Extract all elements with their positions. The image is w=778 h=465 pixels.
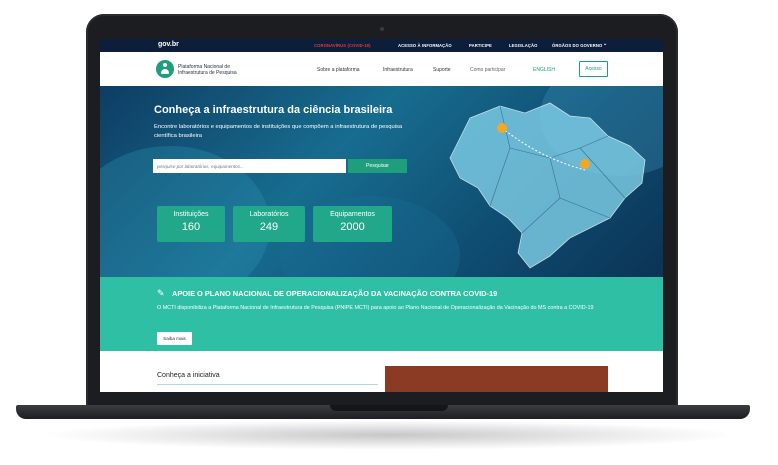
stat-label: Instituições — [173, 211, 209, 218]
pnipe-logo-icon[interactable] — [156, 60, 174, 78]
brazil-map — [449, 102, 646, 269]
hero-subtitle: Encontre laboratórios e equipamentos de … — [154, 124, 403, 139]
gov-top-bar: gov.br CORONAVÍRUS (COVID-19) ACESSO À I… — [100, 39, 663, 52]
laptop-notch — [330, 405, 448, 411]
stat-laboratorios[interactable]: Laboratórios 249 — [233, 206, 305, 242]
search-input[interactable] — [153, 159, 346, 173]
map-pin-icon — [497, 123, 507, 133]
govbr-logo[interactable]: gov.br — [158, 41, 179, 48]
map-pin-icon — [580, 159, 590, 169]
nav-english[interactable]: ENGLISH — [533, 67, 555, 73]
nav-suporte[interactable]: Suporte — [433, 67, 451, 73]
hero-section: Conheça a infraestrutura da ciência bras… — [100, 86, 663, 277]
stat-value: 249 — [259, 221, 279, 233]
laptop-shadow — [40, 420, 740, 450]
chevron-down-icon[interactable]: ⌄ — [603, 41, 607, 47]
brand-line-2: Infraestrutura de Pesquisa — [178, 70, 237, 76]
stat-instituicoes[interactable]: Instituições 160 — [157, 206, 225, 242]
section-heading: Conheça a iniciativa — [157, 372, 220, 379]
vaccination-banner: ✎ APOIE O PLANO NACIONAL DE OPERACIONALI… — [100, 277, 663, 351]
covid-link[interactable]: CORONAVÍRUS (COVID-19) — [314, 43, 371, 48]
section-divider — [157, 384, 378, 385]
stat-value: 2000 — [340, 221, 365, 233]
brand-name[interactable]: Plataforma Nacional de Infraestrutura de… — [178, 64, 248, 76]
nav-infraestrutura[interactable]: Infraestrutura — [383, 67, 413, 73]
webcam — [380, 27, 384, 31]
nav-sobre[interactable]: Sobre a plataforma — [317, 67, 360, 73]
stat-label: Laboratórios — [249, 211, 289, 218]
stat-equipamentos[interactable]: Equipamentos 2000 — [313, 206, 392, 242]
legislacao-link[interactable]: LEGISLAÇÃO — [509, 43, 537, 48]
stat-value: 160 — [181, 221, 201, 233]
participe-link[interactable]: PARTICIPE — [469, 43, 492, 48]
acesso-informacao-link[interactable]: ACESSO À INFORMAÇÃO — [398, 43, 452, 48]
login-button[interactable]: Acesso — [579, 61, 608, 77]
media-block — [385, 366, 608, 392]
pencil-icon: ✎ — [157, 288, 165, 298]
hero-title: Conheça a infraestrutura da ciência bras… — [154, 104, 393, 116]
banner-title: APOIE O PLANO NACIONAL DE OPERACIONALIZA… — [172, 289, 498, 298]
search-button[interactable]: Pesquisar — [348, 159, 407, 173]
browser-screen: gov.br CORONAVÍRUS (COVID-19) ACESSO À I… — [100, 39, 663, 392]
site-header: Plataforma Nacional de Infraestrutura de… — [100, 52, 663, 87]
banner-text: O MCTI disponibiliza a Plataforma Nacion… — [157, 305, 594, 311]
saiba-mais-button[interactable]: Saiba mais — [157, 332, 192, 345]
orgaos-governo-link[interactable]: ÓRGÃOS DO GOVERNO — [552, 43, 602, 48]
stat-label: Equipamentos — [330, 211, 375, 218]
nav-como-participar[interactable]: Como participar — [470, 67, 505, 73]
